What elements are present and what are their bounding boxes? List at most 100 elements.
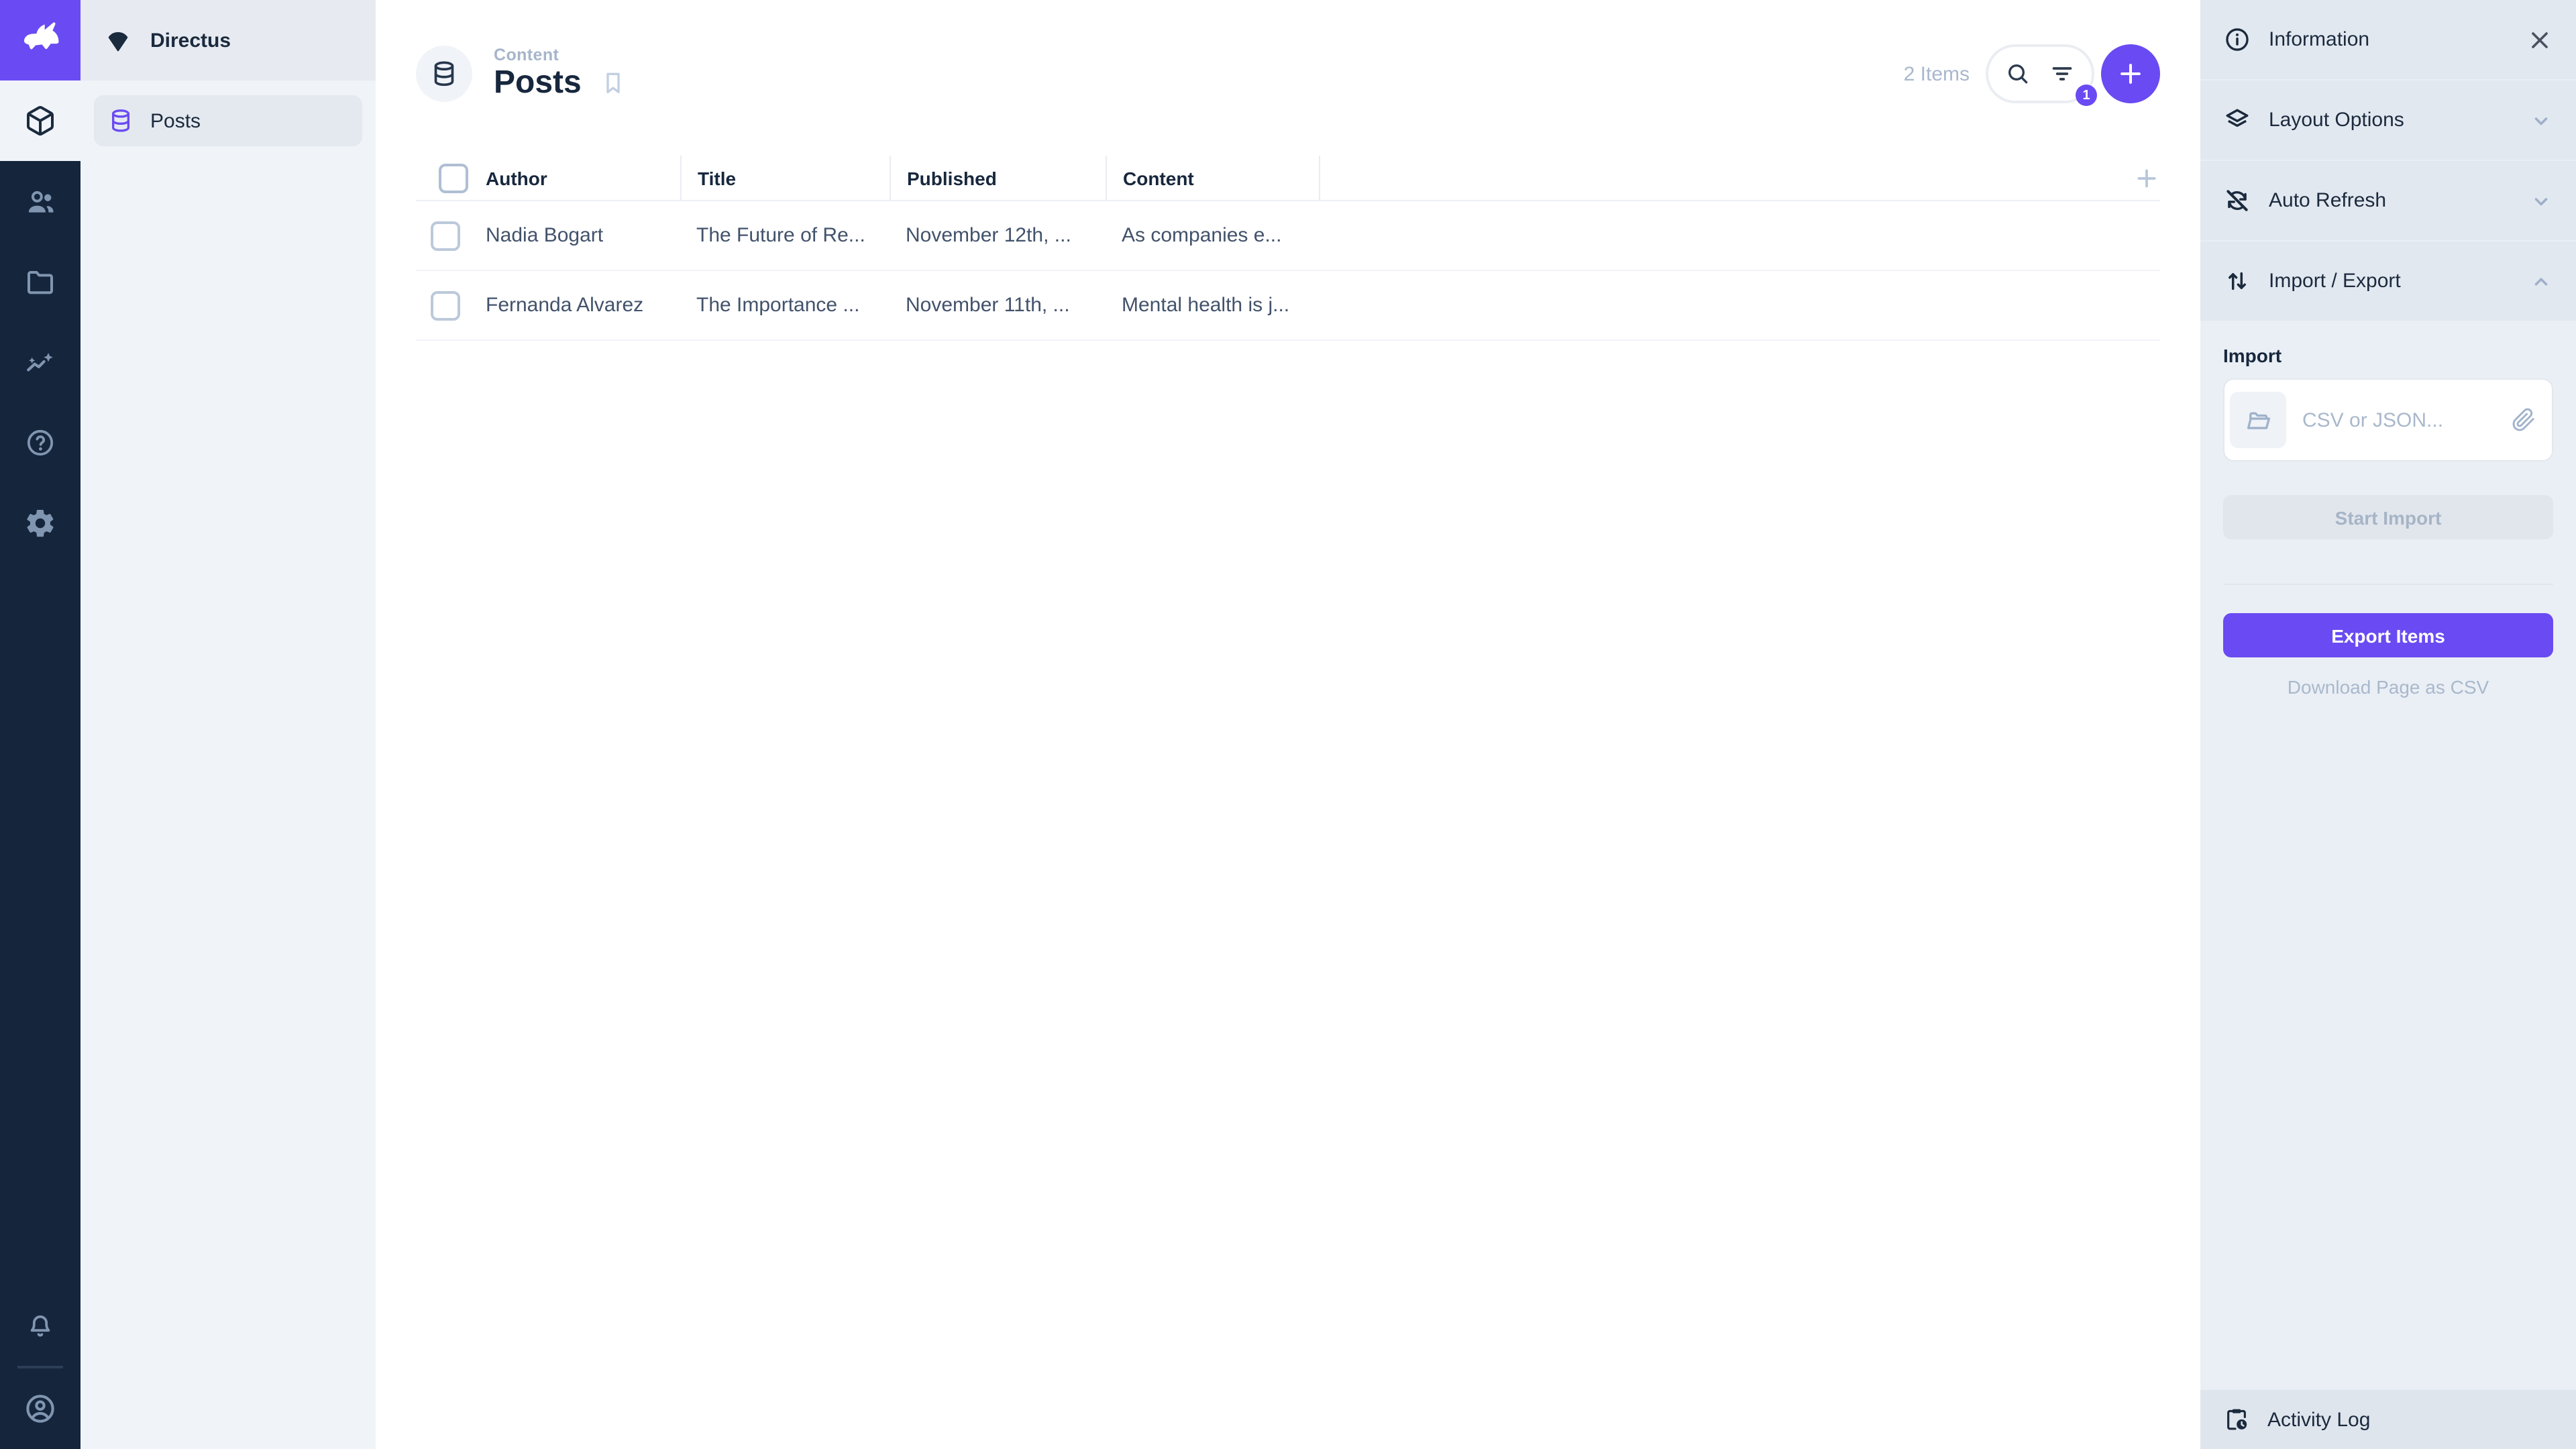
bell-icon xyxy=(24,1309,56,1342)
sidebar-item-posts[interactable]: Posts xyxy=(94,95,362,146)
main-content: Content Posts 2 Items 1 xyxy=(376,0,2200,1449)
project-name: Directus xyxy=(150,29,231,52)
cell-published: November 12th, ... xyxy=(890,224,1106,247)
search-filter-pill: 1 xyxy=(1986,44,2094,103)
add-field-button[interactable] xyxy=(2133,164,2160,191)
bookmark-icon xyxy=(600,70,627,97)
chevron-down-icon xyxy=(2529,189,2553,213)
import-heading: Import xyxy=(2223,345,2553,366)
module-insights[interactable] xyxy=(0,322,80,402)
clipboard-clock-icon xyxy=(2223,1406,2250,1433)
collection-icon-badge xyxy=(416,46,472,102)
download-csv-link[interactable]: Download Page as CSV xyxy=(2223,676,2553,698)
file-input-placeholder: CSV or JSON... xyxy=(2286,409,2512,431)
sidebar-section-import-export[interactable]: Import / Export xyxy=(2200,241,2576,322)
sidebar-section-layout-options[interactable]: Layout Options xyxy=(2200,80,2576,161)
create-item-button[interactable] xyxy=(2101,44,2160,103)
filter-count-badge: 1 xyxy=(2076,85,2097,106)
filter-icon xyxy=(2049,60,2076,87)
activity-log-button[interactable]: Activity Log xyxy=(2200,1390,2576,1449)
table-row[interactable]: Fernanda Alvarez The Importance ... Nove… xyxy=(416,271,2160,341)
user-menu-button[interactable] xyxy=(0,1368,80,1449)
sidebar-item-label: Posts xyxy=(150,109,201,132)
section-label: Import / Export xyxy=(2269,270,2512,292)
info-icon xyxy=(2223,25,2251,54)
info-sidebar: Information Layout Options Auto Refresh … xyxy=(2200,0,2576,1449)
rabbit-logo-icon xyxy=(19,19,62,62)
items-table: Author Title Published Content Nadia Bog… xyxy=(376,148,2200,341)
cell-published: November 11th, ... xyxy=(890,294,1106,317)
module-user-directory[interactable] xyxy=(0,161,80,241)
module-file-library[interactable] xyxy=(0,241,80,322)
cell-author: Fernanda Alvarez xyxy=(475,294,680,317)
directus-logo[interactable] xyxy=(0,0,80,80)
title-block: Content Posts xyxy=(494,46,627,102)
layers-icon xyxy=(2223,106,2251,134)
file-icon-box xyxy=(2230,392,2286,448)
select-all-checkbox[interactable] xyxy=(439,163,468,193)
project-fan-icon xyxy=(103,25,133,55)
column-header-content[interactable]: Content xyxy=(1106,156,1320,200)
row-select-cell xyxy=(416,221,475,250)
breadcrumb: Content xyxy=(494,46,627,65)
filter-button[interactable] xyxy=(2049,60,2076,87)
help-icon xyxy=(24,427,56,459)
paperclip-icon xyxy=(2512,408,2536,432)
table-row[interactable]: Nadia Bogart The Future of Re... Novembe… xyxy=(416,201,2160,271)
chevron-down-icon xyxy=(2529,108,2553,132)
import-file-input[interactable]: CSV or JSON... xyxy=(2223,378,2553,462)
item-count: 2 Items xyxy=(1904,62,1970,85)
notifications-button[interactable] xyxy=(0,1285,80,1366)
panel-divider xyxy=(2223,584,2553,585)
close-icon xyxy=(2526,26,2553,53)
export-items-button[interactable]: Export Items xyxy=(2223,613,2553,657)
insights-icon xyxy=(23,345,57,379)
cell-author: Nadia Bogart xyxy=(475,224,680,247)
module-content[interactable] xyxy=(0,80,80,161)
column-header-author[interactable]: Author xyxy=(475,156,680,200)
database-icon xyxy=(429,59,459,89)
column-header-published[interactable]: Published xyxy=(890,156,1106,200)
cell-content: Mental health is j... xyxy=(1106,294,1320,317)
folder-open-icon xyxy=(2244,406,2272,434)
gear-icon xyxy=(24,507,56,539)
database-icon xyxy=(107,107,134,134)
module-bar-spacer xyxy=(0,564,80,1285)
cell-title: The Future of Re... xyxy=(680,224,890,247)
sidebar-section-information[interactable]: Information xyxy=(2200,0,2576,80)
sync-disabled-icon xyxy=(2223,186,2251,215)
sidebar-section-auto-refresh[interactable]: Auto Refresh xyxy=(2200,161,2576,241)
row-checkbox[interactable] xyxy=(431,290,460,320)
search-icon xyxy=(2004,60,2031,87)
close-sidebar-button[interactable] xyxy=(2526,26,2553,53)
users-icon xyxy=(23,184,57,218)
swap-vert-icon xyxy=(2223,267,2251,295)
module-settings[interactable] xyxy=(0,483,80,564)
project-header[interactable]: Directus xyxy=(80,0,376,80)
bookmark-button[interactable] xyxy=(600,70,627,97)
plus-icon xyxy=(2133,164,2160,191)
account-circle-icon xyxy=(23,1391,58,1426)
cell-content: As companies e... xyxy=(1106,224,1320,247)
activity-log-label: Activity Log xyxy=(2267,1408,2553,1431)
chevron-up-icon xyxy=(2529,269,2553,293)
box-icon xyxy=(24,105,56,137)
sidebar-spacer xyxy=(2200,698,2576,1390)
page-title: Posts xyxy=(494,66,582,102)
table-header-row: Author Title Published Content xyxy=(416,156,2160,201)
section-label: Layout Options xyxy=(2269,109,2512,131)
module-docs[interactable] xyxy=(0,402,80,483)
folder-icon xyxy=(24,266,56,298)
import-export-panel: Import CSV or JSON... Start Import Expor… xyxy=(2200,322,2576,698)
row-select-cell xyxy=(416,290,475,320)
section-label: Auto Refresh xyxy=(2269,189,2512,212)
row-checkbox[interactable] xyxy=(431,221,460,250)
plus-icon xyxy=(2116,59,2145,89)
navigation-sidebar: Directus Posts xyxy=(80,0,376,1449)
search-button[interactable] xyxy=(2004,60,2031,87)
start-import-button[interactable]: Start Import xyxy=(2223,495,2553,539)
cell-title: The Importance ... xyxy=(680,294,890,317)
section-label: Information xyxy=(2269,28,2509,51)
module-bar xyxy=(0,0,80,1449)
column-header-title[interactable]: Title xyxy=(680,156,890,200)
